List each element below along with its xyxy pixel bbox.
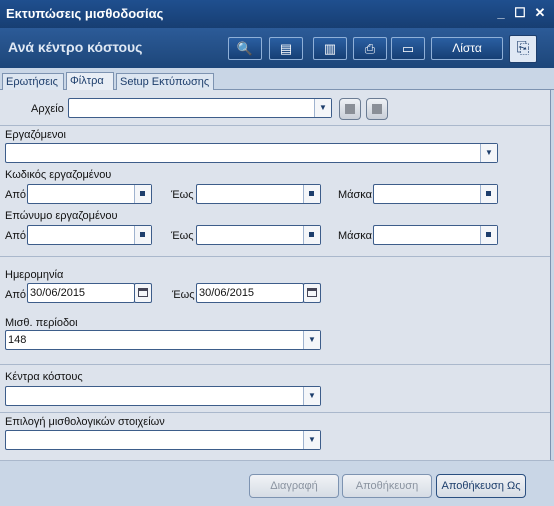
minimize-icon[interactable]: _ <box>493 5 509 21</box>
tab-bar: Ερωτήσεις Φίλτρα Setup Εκτύπωσης <box>0 68 554 90</box>
date-to-field[interactable]: 30/06/2015 <box>196 283 304 303</box>
archive-action-button[interactable] <box>339 98 361 120</box>
emp-surname-label: Επώνυμο εργαζομένου <box>5 210 118 222</box>
lookup-button[interactable] <box>480 226 497 244</box>
list-button-label: Λίστα <box>452 41 482 55</box>
archive-label: Αρχείο <box>31 103 64 115</box>
monitor-icon: ▭ <box>401 41 415 56</box>
title-bar: Εκτυπώσεις μισθοδοσίας _ ☐ ✕ <box>0 0 554 28</box>
divider <box>0 412 550 413</box>
date-from-label: Από <box>5 289 27 301</box>
emp-surname-from-field[interactable] <box>27 225 152 245</box>
list-button[interactable]: Λίστα <box>431 37 503 60</box>
period-select[interactable]: 148 ▼ <box>5 330 321 350</box>
cost-centers-label: Κέντρα κόστους <box>5 371 83 383</box>
printer-icon: ⎙ <box>364 41 376 56</box>
employees-select[interactable]: ▼ <box>5 143 498 163</box>
cost-centers-select[interactable]: ▼ <box>5 386 321 406</box>
lookup-button[interactable] <box>303 226 320 244</box>
emp-surname-from-label: Από <box>5 230 27 242</box>
archive-select[interactable]: ▼ <box>68 98 332 118</box>
payroll-items-select[interactable]: ▼ <box>5 430 321 450</box>
export-button[interactable]: ▤ <box>269 37 303 60</box>
chevron-down-icon[interactable]: ▼ <box>303 331 320 349</box>
save-button[interactable]: Αποθήκευση <box>342 474 432 498</box>
delete-button[interactable]: Διαγραφή <box>249 474 339 498</box>
date-to-label: Έως <box>172 289 195 301</box>
columns-icon: ▥ <box>323 41 337 56</box>
footer-bar: Διαγραφή Αποθήκευση Αποθήκευση Ως <box>0 460 554 506</box>
tab-questions[interactable]: Ερωτήσεις <box>2 73 64 90</box>
period-value: 148 <box>8 334 27 346</box>
calendar-icon[interactable] <box>303 283 321 303</box>
divider <box>0 256 550 257</box>
report-subtitle: Ανά κέντρο κόστους <box>8 39 143 55</box>
date-label: Ημερομηνία <box>5 269 64 281</box>
emp-code-mask-field[interactable] <box>373 184 498 204</box>
chevron-down-icon[interactable]: ▼ <box>314 99 331 117</box>
chevron-down-icon[interactable]: ▼ <box>303 431 320 449</box>
export-icon: ▤ <box>279 41 293 56</box>
close-icon[interactable]: ✕ <box>532 5 548 21</box>
emp-surname-to-label: Έως <box>171 230 194 242</box>
emp-code-label: Κωδικός εργαζομένου <box>5 169 112 181</box>
columns-button[interactable]: ▥ <box>313 37 347 60</box>
lookup-button[interactable] <box>134 185 151 203</box>
emp-code-from-label: Από <box>5 189 27 201</box>
employees-label: Εργαζόμενοι <box>5 129 66 141</box>
emp-surname-to-field[interactable] <box>196 225 321 245</box>
chevron-down-icon[interactable]: ▼ <box>480 144 497 162</box>
header-toolbar: Ανά κέντρο κόστους 🔍 ▤ ▥ ⎙ ▭ Λίστα ⎘ <box>0 28 554 68</box>
emp-code-from-field[interactable] <box>27 184 152 204</box>
date-from-field[interactable]: 30/06/2015 <box>27 283 135 303</box>
document-button[interactable]: ⎘ <box>509 35 537 63</box>
window-title: Εκτυπώσεις μισθοδοσίας <box>6 6 164 21</box>
document-icon: ⎘ <box>516 40 530 57</box>
calendar-icon[interactable] <box>134 283 152 303</box>
maximize-icon[interactable]: ☐ <box>512 5 528 21</box>
screen-button[interactable]: ▭ <box>391 37 425 60</box>
preview-button[interactable]: 🔍 <box>228 37 262 60</box>
lookup-button[interactable] <box>134 226 151 244</box>
tab-print-setup[interactable]: Setup Εκτύπωσης <box>116 73 214 90</box>
filters-panel: Αρχείο ▼ Εργαζόμενοι ▼ Κωδικός εργαζομέν… <box>0 90 551 460</box>
lookup-button[interactable] <box>480 185 497 203</box>
tab-filters[interactable]: Φίλτρα <box>66 72 114 90</box>
emp-code-to-label: Έως <box>171 189 194 201</box>
emp-code-mask-label: Μάσκα <box>338 189 373 201</box>
emp-code-to-field[interactable] <box>196 184 321 204</box>
lookup-button[interactable] <box>303 185 320 203</box>
emp-surname-mask-field[interactable] <box>373 225 498 245</box>
divider <box>0 125 550 126</box>
print-button[interactable]: ⎙ <box>353 37 387 60</box>
chevron-down-icon[interactable]: ▼ <box>303 387 320 405</box>
payroll-items-label: Επιλογή μισθολογικών στοιχείων <box>5 416 165 428</box>
archive-open-button[interactable] <box>366 98 388 120</box>
divider <box>0 364 550 365</box>
square-icon <box>372 104 382 114</box>
save-as-button[interactable]: Αποθήκευση Ως <box>436 474 526 498</box>
magnifier-icon: 🔍 <box>236 41 254 56</box>
emp-surname-mask-label: Μάσκα <box>338 230 373 242</box>
square-icon <box>345 104 355 114</box>
period-label: Μισθ. περίοδοι <box>5 317 78 329</box>
